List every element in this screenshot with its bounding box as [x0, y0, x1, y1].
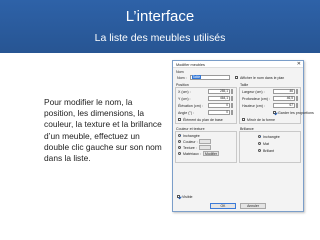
elevation-label: Élévation (cm) : — [178, 103, 203, 108]
x-label: X (cm) : — [178, 89, 191, 94]
slide-subtitle: La liste des meubles utilisés — [94, 32, 226, 44]
width-label: Largeur (cm) : — [242, 89, 265, 94]
mirror-checkbox[interactable] — [242, 117, 246, 121]
elevation-spinner[interactable] — [230, 103, 233, 108]
visible-checkbox[interactable] — [177, 195, 181, 199]
modify-furniture-dialog: Modifier meubles ✕ Nom Nom : Table Affic… — [172, 60, 314, 212]
title-banner: L’interface La liste des meubles utilisé… — [0, 0, 320, 53]
x-spinner[interactable] — [230, 89, 233, 94]
width-input[interactable]: 46 — [273, 89, 295, 94]
base-plan-checkbox[interactable] — [178, 117, 182, 121]
name-value: Table — [192, 75, 201, 79]
color-label: Couleur : — [183, 139, 198, 144]
height-input[interactable]: 67 — [273, 103, 295, 108]
shiny-label: Brillant — [263, 148, 274, 153]
height-label: Hauteur (cm) : — [242, 103, 265, 108]
keep-proportions-checkbox[interactable] — [273, 110, 277, 114]
show-name-in-plan-checkbox[interactable] — [235, 75, 239, 79]
materials-label: Matériaux : — [183, 151, 201, 156]
texture-label: Texture : — [183, 145, 197, 150]
mirror-label: Miroir de la forme — [247, 117, 275, 122]
y-label: Y (cm) : — [178, 96, 191, 101]
angle-label: Angle (°) : — [178, 110, 195, 115]
texture-button[interactable] — [199, 144, 211, 150]
name-field-label: Nom : — [177, 75, 187, 80]
name-section-label: Nom — [176, 70, 184, 74]
height-spinner[interactable] — [295, 103, 298, 108]
x-input[interactable]: 285,1 — [208, 89, 230, 94]
y-input[interactable]: 464,1 — [208, 96, 230, 101]
dialog-title-bar: Modifier meubles ✕ — [173, 61, 303, 68]
depth-label: Profondeur (cm) : — [242, 96, 270, 101]
matte-label: Mat — [263, 141, 269, 146]
cancel-button[interactable]: Annuler — [240, 203, 266, 209]
angle-spinner[interactable] — [230, 110, 233, 115]
slide: L’interface La liste des meubles utilisé… — [0, 0, 320, 240]
instruction-text: Pour modifier le nom, la position, les d… — [44, 97, 162, 164]
width-spinner[interactable] — [295, 89, 298, 94]
shine-unchanged-label: Inchangée — [263, 134, 280, 139]
ok-button[interactable]: OK — [210, 203, 236, 209]
close-icon[interactable]: ✕ — [297, 61, 301, 66]
depth-input[interactable]: 46,5 — [273, 96, 295, 101]
name-input[interactable]: Table — [190, 75, 230, 80]
color-unchanged-label: Inchangée — [183, 133, 200, 138]
elevation-input[interactable]: 0 — [208, 103, 230, 108]
modify-materials-button[interactable]: Modifier — [203, 150, 219, 156]
dialog-title: Modifier meubles — [176, 62, 205, 67]
color-button[interactable] — [199, 138, 211, 144]
base-plan-label: Élément du plan de base — [183, 117, 223, 122]
visible-label: Visible — [182, 195, 193, 199]
angle-input[interactable]: 0 — [208, 110, 230, 115]
depth-spinner[interactable] — [295, 96, 298, 101]
keep-proportions-label: Garder les proportions — [278, 110, 314, 115]
show-name-in-plan-label: Afficher le nom dans le plan — [240, 75, 285, 80]
slide-title: L’interface — [125, 8, 195, 25]
y-spinner[interactable] — [230, 96, 233, 101]
